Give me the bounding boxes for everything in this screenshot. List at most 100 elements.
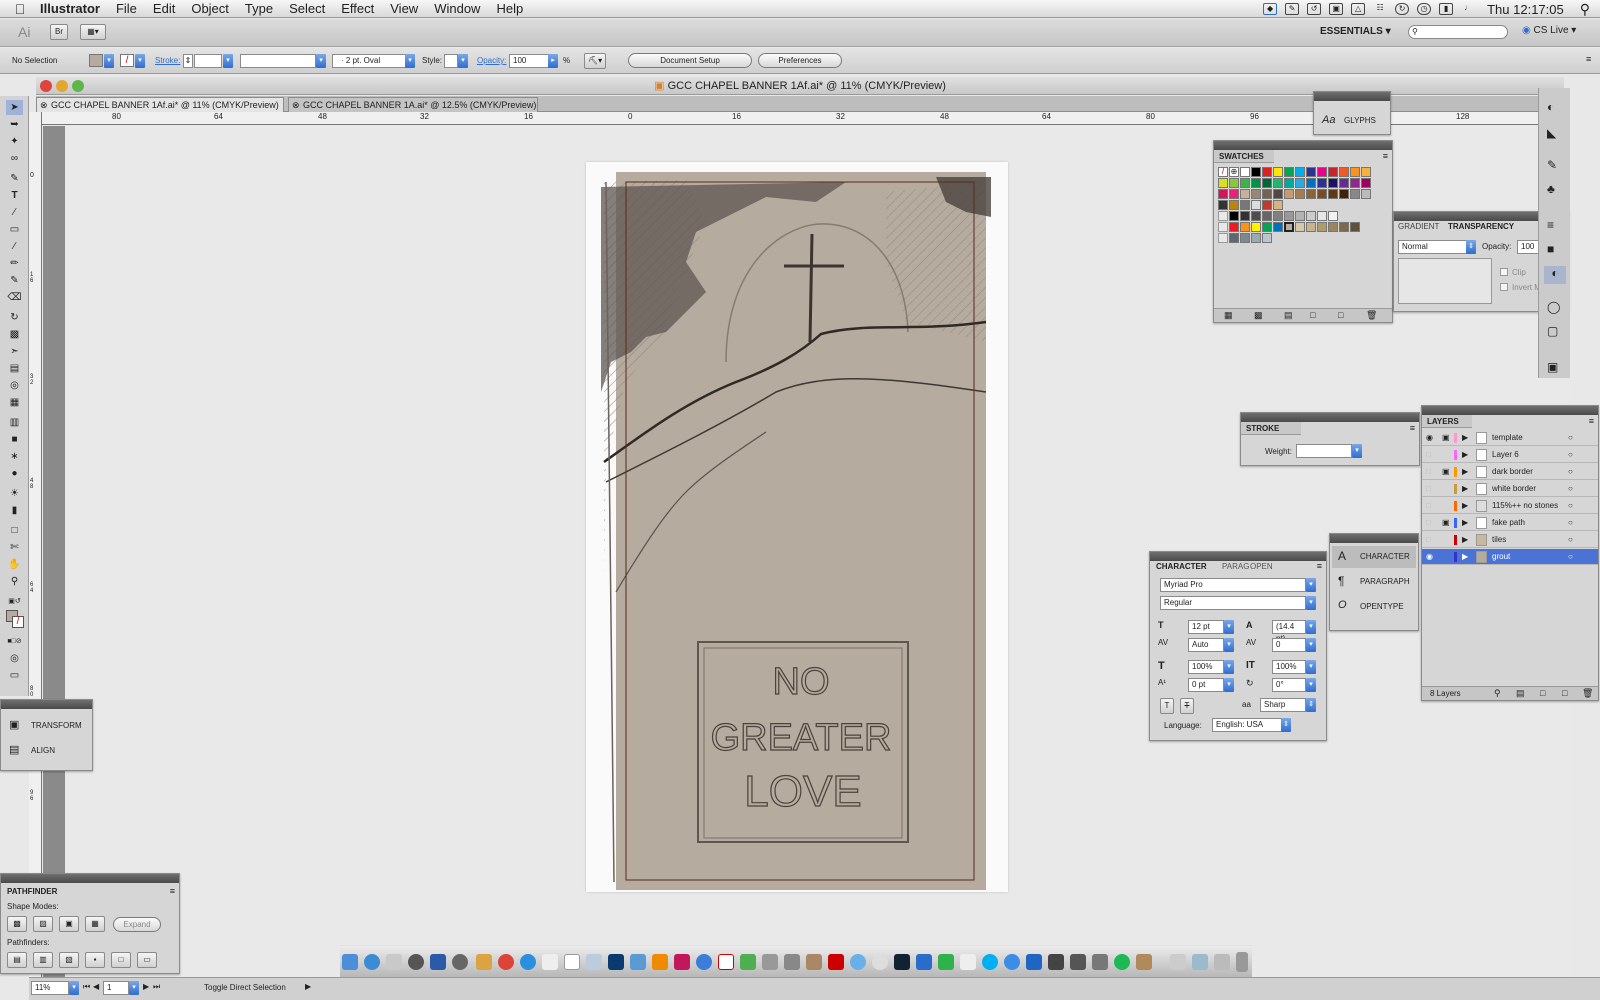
variable-width-profile[interactable] — [240, 54, 316, 68]
opentype-button[interactable]: O OPENTYPE — [1332, 596, 1416, 618]
acrobat-icon[interactable] — [718, 954, 734, 970]
zoom-window-button[interactable] — [72, 80, 84, 92]
panel-menu-icon[interactable]: ≡ — [170, 886, 175, 896]
mesh-tool-icon[interactable]: ▥ — [6, 415, 23, 430]
swatch-stone-1[interactable] — [1284, 222, 1294, 232]
target-circle-icon[interactable]: ○ — [1568, 515, 1573, 531]
menu-view[interactable]: View — [390, 1, 418, 16]
swatch-registration[interactable]: ⊕ — [1229, 167, 1239, 177]
font-family-select[interactable]: Myriad Pro — [1160, 578, 1306, 592]
control-bar-menu-icon[interactable]: ≡ — [1586, 54, 1591, 64]
panel-header[interactable] — [1, 874, 179, 883]
tab-opentype[interactable]: OPEN — [1250, 562, 1273, 571]
opacity-label[interactable]: Opacity: — [477, 56, 506, 65]
close-tab-icon[interactable]: ⊗ — [40, 98, 48, 112]
graphic-style-dropdown[interactable]: ▾ — [458, 54, 468, 68]
swatch-gray-row-8[interactable] — [1306, 211, 1316, 221]
visibility-eye-icon[interactable]: ◉ — [1426, 430, 1433, 446]
layer-row-fake-path[interactable]: □ ▣ ▶ fake path ○ — [1422, 515, 1598, 531]
compass-icon[interactable] — [872, 954, 888, 970]
magic-wand-icon[interactable]: ✦ — [6, 134, 23, 149]
transform-button[interactable]: ▣ TRANSFORM — [5, 716, 90, 736]
horizontal-scale-input[interactable]: 100% — [1272, 660, 1306, 674]
leading-dropdown[interactable]: ▾ — [1306, 620, 1316, 634]
symbols-icon[interactable]: ♣ — [1547, 182, 1555, 196]
swatch-group-folder-1[interactable] — [1218, 211, 1228, 221]
font-size-dropdown[interactable]: ▾ — [1224, 620, 1234, 634]
swatch-stone-3[interactable] — [1306, 222, 1316, 232]
zoom-tool-icon[interactable]: ⚲ — [6, 574, 23, 589]
panel-header[interactable] — [1214, 141, 1392, 150]
battery-icon[interactable]: ▮ — [1439, 3, 1454, 15]
illustrator-icon[interactable] — [652, 954, 668, 970]
swatch-gray-row-3[interactable] — [1251, 211, 1261, 221]
panel-header[interactable] — [1330, 534, 1418, 543]
timemachine-icon[interactable]: ↻ — [1395, 3, 1410, 15]
safari-icon[interactable] — [364, 954, 380, 970]
target-circle-icon[interactable]: ○ — [1568, 447, 1573, 463]
minus-front-button[interactable]: ▨ — [33, 916, 53, 932]
swatch-bright-green[interactable] — [1262, 222, 1272, 232]
apple-icon[interactable]:  — [0, 1, 40, 17]
panel-header[interactable] — [1422, 406, 1598, 415]
lock-icon[interactable]: ▣ — [1442, 464, 1450, 480]
exclude-button[interactable]: ▦ — [85, 916, 105, 932]
layer-row-no-stones[interactable]: □ ▶ 115%++ no stones ○ — [1422, 498, 1598, 514]
stroke-weight-field[interactable] — [1296, 444, 1352, 458]
zoom-dropdown[interactable]: ▾ — [69, 981, 79, 995]
swatch-gray-2[interactable] — [1251, 189, 1261, 199]
home-icon[interactable] — [916, 954, 932, 970]
swatch-bright-yellow[interactable] — [1251, 222, 1261, 232]
close-tab-icon[interactable]: ⊗ — [292, 98, 300, 112]
utility-icon[interactable] — [408, 954, 424, 970]
menu-type[interactable]: Type — [245, 1, 273, 16]
eraser-tool-icon[interactable]: ⌫ — [6, 290, 23, 305]
swatch-stone-7[interactable] — [1350, 222, 1360, 232]
swatch-slate-1[interactable] — [1229, 233, 1239, 243]
color-icon[interactable]: ◣ — [1547, 126, 1556, 140]
menu-help[interactable]: Help — [496, 1, 523, 16]
swatch-green[interactable] — [1284, 167, 1294, 177]
mail-icon[interactable] — [386, 954, 402, 970]
waves-icon[interactable] — [1026, 954, 1042, 970]
swatch-tan-1[interactable] — [1284, 189, 1294, 199]
layers-tab[interactable]: LAYERS — [1422, 415, 1472, 428]
artboard[interactable]: NO GREATER LOVE — [586, 162, 1008, 892]
spotlight-icon[interactable]: ⚲ — [1580, 1, 1590, 18]
new-swatch-icon[interactable]: □ — [1338, 310, 1343, 320]
finder-icon[interactable] — [342, 954, 358, 970]
lock-icon[interactable]: ▣ — [1442, 515, 1450, 531]
fill-dropdown[interactable]: ▾ — [104, 54, 114, 68]
intersect-button[interactable]: ▣ — [59, 916, 79, 932]
swatch-gray-row-9[interactable] — [1317, 211, 1327, 221]
swatches-tab[interactable]: SWATCHES — [1214, 150, 1274, 163]
swatch-aqua[interactable] — [1284, 178, 1294, 188]
itunes-icon[interactable] — [520, 954, 536, 970]
outline-button[interactable]: □ — [111, 952, 131, 968]
swatch-chartreuse[interactable] — [1229, 178, 1239, 188]
vertical-scale-dropdown[interactable]: ▾ — [1224, 660, 1234, 674]
swatch-stone-5[interactable] — [1328, 222, 1338, 232]
stroke-tab[interactable]: STROKE — [1241, 422, 1301, 435]
documents-folder-icon[interactable] — [1170, 954, 1186, 970]
help-search-input[interactable]: ⚲ — [1408, 25, 1508, 39]
unite-button[interactable]: ▩ — [7, 916, 27, 932]
swatch-gray-row-2[interactable] — [1240, 211, 1250, 221]
vertical-scale-input[interactable]: 100% — [1188, 660, 1224, 674]
swatch-options-icon[interactable]: ▤ — [1284, 310, 1293, 321]
paragraph-button[interactable]: ¶ PARAGRAPH — [1332, 571, 1416, 593]
swatch-stone-4[interactable] — [1317, 222, 1327, 232]
stroke-weight-dropdown[interactable]: ▾ — [223, 54, 233, 68]
swatch-black[interactable] — [1251, 167, 1261, 177]
expand-button[interactable]: Expand — [113, 917, 161, 932]
calculator-icon[interactable] — [784, 954, 800, 970]
blend-mode-select[interactable]: Normal — [1398, 240, 1468, 254]
panel-menu-icon[interactable]: ≡ — [1589, 416, 1594, 426]
swatch-crimson[interactable] — [1328, 167, 1338, 177]
swatch-brown-4[interactable] — [1317, 189, 1327, 199]
layer-row-grout[interactable]: ◉ ▶ grout ○ — [1422, 549, 1598, 565]
photoshop-icon[interactable] — [608, 954, 624, 970]
tab-transparency[interactable]: TRANSPARENCY — [1448, 222, 1514, 231]
panel-header[interactable] — [1150, 552, 1326, 561]
crop-button[interactable]: ▪ — [85, 952, 105, 968]
